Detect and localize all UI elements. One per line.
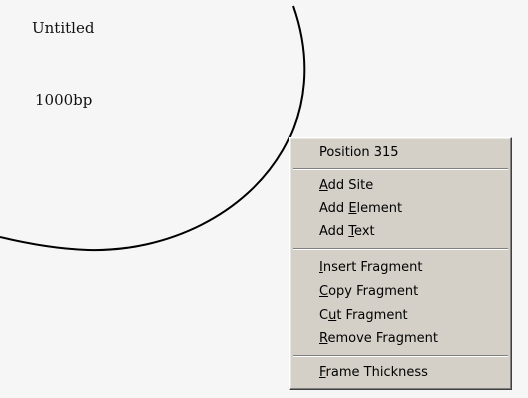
menu-item-insert-fragment[interactable]: Insert Fragment (292, 257, 509, 279)
context-menu: Position 315 Add Site Add Element Add Te… (289, 137, 512, 390)
map-title: Untitled (32, 19, 95, 37)
menu-separator (293, 355, 508, 357)
menu-item-copy-fragment[interactable]: Copy Fragment (292, 281, 509, 303)
menu-item-cut-fragment[interactable]: Cut Fragment (292, 305, 509, 327)
menu-item-add-text[interactable]: Add Text (292, 221, 509, 243)
menu-separator (293, 168, 508, 170)
map-length-label: 1000bp (35, 91, 93, 109)
menu-item-remove-fragment[interactable]: Remove Fragment (292, 328, 509, 350)
menu-item-position[interactable]: Position 315 (292, 142, 509, 164)
menu-item-frame-thickness[interactable]: Frame Thickness (292, 362, 509, 384)
menu-separator (293, 248, 508, 250)
menu-item-add-element[interactable]: Add Element (292, 198, 509, 220)
plasmid-map-canvas[interactable]: Untitled 1000bp Position 315 Add Site Ad… (0, 0, 528, 398)
menu-item-add-site[interactable]: Add Site (292, 175, 509, 197)
